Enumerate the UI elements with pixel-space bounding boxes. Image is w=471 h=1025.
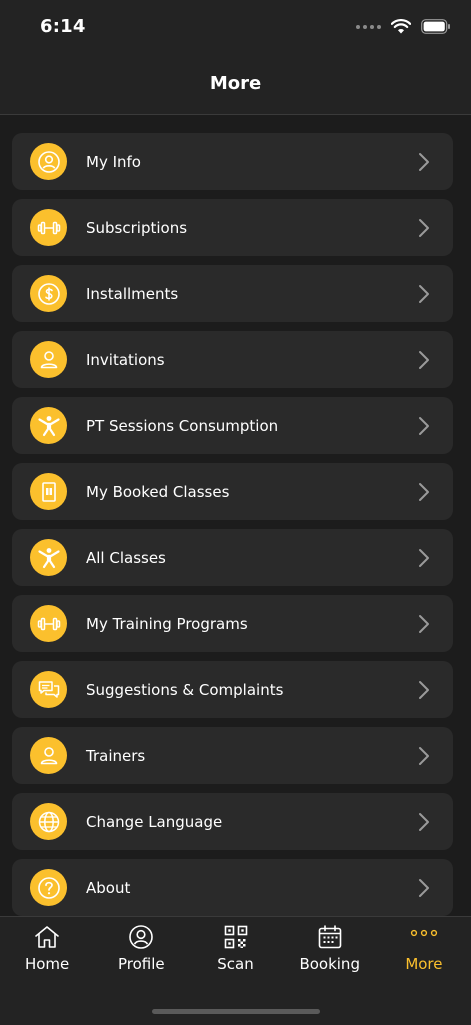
menu-item-label: PT Sessions Consumption bbox=[86, 416, 279, 435]
tab-scan[interactable]: Scan bbox=[188, 917, 282, 989]
menu-item-label: Trainers bbox=[86, 746, 146, 765]
page-title: More bbox=[209, 72, 262, 94]
chevron-right-icon bbox=[419, 878, 429, 897]
menu-item-about[interactable]: About bbox=[12, 859, 453, 916]
dumbbell-icon bbox=[30, 605, 67, 642]
chat-bubbles-icon bbox=[30, 671, 67, 708]
menu-item-label: My Info bbox=[86, 152, 141, 171]
menu-item-label: Suggestions & Complaints bbox=[86, 680, 284, 699]
chevron-right-icon bbox=[419, 284, 429, 303]
wifi-icon bbox=[391, 19, 411, 34]
tab-booking[interactable]: Booking bbox=[283, 917, 377, 989]
menu-item-my-booked-classes[interactable]: My Booked Classes bbox=[12, 463, 453, 520]
stretch-person-icon bbox=[30, 407, 67, 444]
menu-item-label: Change Language bbox=[86, 812, 223, 831]
chevron-right-icon bbox=[419, 812, 429, 831]
user-icon bbox=[30, 737, 67, 774]
tab-label: Home bbox=[24, 955, 70, 973]
booked-door-icon bbox=[30, 473, 67, 510]
tab-home[interactable]: Home bbox=[0, 917, 94, 989]
calendar-icon bbox=[318, 925, 342, 949]
status-icons bbox=[356, 19, 451, 34]
tab-label: More bbox=[405, 955, 443, 973]
more-menu-list: My Info Subscriptions Installments Invit… bbox=[12, 133, 453, 925]
status-time: 6:14 bbox=[40, 16, 86, 37]
menu-item-invitations[interactable]: Invitations bbox=[12, 331, 453, 388]
menu-item-label: My Training Programs bbox=[86, 614, 248, 633]
menu-item-pt-sessions[interactable]: PT Sessions Consumption bbox=[12, 397, 453, 454]
chevron-right-icon bbox=[419, 746, 429, 765]
question-circle-icon bbox=[30, 869, 67, 906]
profile-icon bbox=[129, 925, 154, 949]
chevron-right-icon bbox=[419, 218, 429, 237]
dumbbell-icon bbox=[30, 209, 67, 246]
chevron-right-icon bbox=[419, 482, 429, 501]
menu-item-suggestions-complaints[interactable]: Suggestions & Complaints bbox=[12, 661, 453, 718]
chevron-right-icon bbox=[419, 152, 429, 171]
menu-item-my-info[interactable]: My Info bbox=[12, 133, 453, 190]
menu-item-trainers[interactable]: Trainers bbox=[12, 727, 453, 784]
nav-header: More bbox=[0, 52, 471, 115]
chevron-right-icon bbox=[419, 614, 429, 633]
chevron-right-icon bbox=[419, 416, 429, 435]
home-indicator bbox=[152, 1009, 320, 1014]
menu-item-label: All Classes bbox=[86, 548, 166, 567]
chevron-right-icon bbox=[419, 548, 429, 567]
tab-more[interactable]: More bbox=[377, 917, 471, 989]
menu-item-label: My Booked Classes bbox=[86, 482, 230, 501]
chevron-right-icon bbox=[419, 680, 429, 699]
tab-label: Scan bbox=[217, 955, 254, 973]
menu-item-subscriptions[interactable]: Subscriptions bbox=[12, 199, 453, 256]
menu-item-label: Installments bbox=[86, 284, 179, 303]
home-icon bbox=[35, 926, 59, 948]
signal-icon bbox=[356, 24, 381, 29]
globe-icon bbox=[30, 803, 67, 840]
menu-item-my-training-programs[interactable]: My Training Programs bbox=[12, 595, 453, 652]
battery-icon bbox=[421, 19, 450, 34]
more-dots-icon bbox=[410, 929, 438, 937]
menu-item-all-classes[interactable]: All Classes bbox=[12, 529, 453, 586]
tab-profile[interactable]: Profile bbox=[94, 917, 188, 989]
menu-item-installments[interactable]: Installments bbox=[12, 265, 453, 322]
status-bar: 6:14 bbox=[0, 0, 471, 52]
dollar-circle-icon bbox=[30, 275, 67, 312]
user-circle-icon bbox=[30, 143, 67, 180]
menu-item-label: Subscriptions bbox=[86, 218, 188, 237]
menu-item-label: About bbox=[86, 878, 131, 897]
tab-label: Booking bbox=[299, 955, 360, 973]
user-icon bbox=[30, 341, 67, 378]
menu-item-change-language[interactable]: Change Language bbox=[12, 793, 453, 850]
chevron-right-icon bbox=[419, 350, 429, 369]
tab-label: Profile bbox=[117, 955, 165, 973]
menu-item-label: Invitations bbox=[86, 350, 165, 369]
qr-code-icon bbox=[224, 925, 247, 949]
stretch-person-icon bbox=[30, 539, 67, 576]
